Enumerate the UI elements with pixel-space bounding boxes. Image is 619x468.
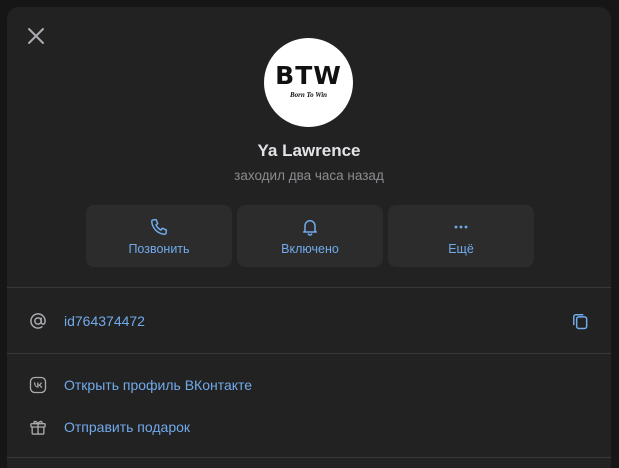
at-icon [27, 310, 49, 332]
gift-icon [27, 416, 49, 438]
bell-icon [299, 216, 321, 238]
send-gift-label: Отправить подарок [64, 419, 191, 435]
action-buttons: Позвонить Включено Ещё [86, 205, 534, 267]
close-icon [28, 28, 44, 44]
copy-icon [573, 314, 588, 330]
vk-icon [27, 374, 49, 396]
last-seen-status: заходил два часа назад [234, 168, 384, 183]
more-button[interactable]: Ещё [388, 205, 534, 267]
phone-icon [148, 216, 170, 238]
avatar-logo-subtext: Born To Win [289, 90, 328, 99]
call-button[interactable]: Позвонить [86, 205, 232, 267]
close-button[interactable] [23, 23, 49, 49]
notifications-button[interactable]: Включено [237, 205, 383, 267]
user-id-row[interactable]: id764374472 [7, 309, 611, 333]
copy-id-button[interactable] [568, 309, 592, 333]
send-gift-link[interactable]: Отправить подарок [7, 415, 611, 439]
avatar-logo-text: BTW [275, 60, 342, 90]
divider [7, 287, 611, 288]
more-icon [450, 216, 472, 238]
profile-modal: BTW Born To Win Ya Lawrence заходил два … [7, 7, 611, 468]
open-vk-profile-link[interactable]: Открыть профиль ВКонтакте [7, 373, 611, 397]
divider [7, 353, 611, 354]
divider [7, 457, 611, 458]
notifications-button-label: Включено [281, 242, 339, 256]
call-button-label: Позвонить [128, 242, 190, 256]
open-vk-profile-label: Открыть профиль ВКонтакте [64, 377, 253, 393]
user-name: Ya Lawrence [257, 141, 361, 160]
backdrop: BTW Born To Win Ya Lawrence заходил два … [0, 0, 619, 468]
avatar[interactable]: BTW Born To Win [264, 38, 353, 127]
user-id-text[interactable]: id764374472 [64, 313, 145, 329]
more-button-label: Ещё [448, 242, 474, 256]
